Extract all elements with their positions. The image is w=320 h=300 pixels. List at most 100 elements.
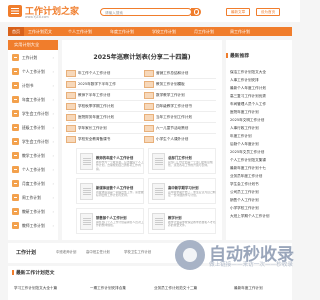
sidebar-item[interactable]: 年度工作计划 › (12, 94, 56, 106)
list-item[interactable]: 公司员工工作计划 (230, 190, 290, 195)
sidebar-item[interactable]: 个人工作计划 › (12, 66, 56, 78)
list-item[interactable]: 业务员年度工作计划 (230, 174, 290, 179)
list-item[interactable]: 学生会工作计划书 (230, 182, 290, 187)
tag-link[interactable]: 高中班主任计划 (86, 249, 110, 256)
chevron-right-icon: › (52, 195, 54, 200)
list-item[interactable]: 销售个人工作计划 (230, 198, 290, 203)
list-item[interactable]: 教师下半年工作计划 (66, 90, 142, 100)
article-card[interactable]: 高中新学期学习计划 高中新学期开始了，学生应该为自己制定一份详细的学习计划。 (148, 178, 216, 204)
sidebar-item[interactable]: 教研工作计划 › (12, 206, 56, 218)
latest-articles-link[interactable]: 最新文章 (226, 8, 250, 16)
document-icon (12, 208, 19, 215)
sidebar-item[interactable]: 教师工作计划 › (12, 220, 56, 232)
chevron-right-icon: › (52, 55, 54, 60)
list-item[interactable]: 当年工作计划工作计划 (144, 112, 220, 122)
document-thumbnail (80, 183, 93, 200)
list-item[interactable]: 医院财务年度工作计划 (66, 112, 142, 122)
sidebar-item[interactable]: 计划书 › (12, 80, 56, 92)
list-item[interactable]: 营销工作总结和计划 (144, 68, 220, 78)
list-item[interactable]: 学校秋季学期工作计划 (66, 101, 142, 111)
nav-item-weekly-plan[interactable]: 周工作计划 (230, 27, 250, 36)
article-thumbnail (66, 113, 76, 121)
sidebar-item[interactable]: 个人工作计划 › (12, 164, 56, 176)
chevron-right-icon: › (52, 111, 54, 116)
article-card[interactable]: 教师的年度个人工作计划 教师作为一个教育者，应当做好个人工作计划，合理规划自己的各… (76, 148, 144, 174)
logo-icon (8, 5, 22, 17)
list-item[interactable]: 四年级教学工作计划书 (144, 101, 220, 111)
sidebar-item[interactable]: 学生会工作计划 › (12, 108, 56, 120)
sidebar-item[interactable]: 周工作计划 › (12, 192, 56, 204)
list-item[interactable]: 学习工作计划范文大全十篇 (14, 286, 57, 291)
list-item[interactable]: 2025年文员工作计划 (230, 150, 290, 155)
right-sidebar: 最新推荐 保洁工作计划范文大全 人事工作计划安排 最新个人年度工作计划 高三复习… (225, 40, 292, 240)
nav-item-plan-samples[interactable]: 工作计划范文 (28, 27, 52, 36)
list-item[interactable]: 小学生个人课外计划 (144, 134, 220, 144)
list-item[interactable]: 年工作个人工作计划 (66, 68, 142, 78)
list-item[interactable]: 最新个人年度工作计划 (230, 86, 290, 91)
document-icon (12, 222, 19, 229)
page-title[interactable]: 2025年巡察计划表(分享二十四篇) (62, 52, 222, 61)
watermark-logo-icon (175, 240, 205, 270)
search-placeholder: 请输入搜索 (105, 10, 123, 15)
nav-item-personal-plan[interactable]: 个人工作计划 (68, 27, 92, 36)
list-item[interactable]: 车间管理人员个人工作 (230, 102, 290, 107)
document-icon (12, 194, 19, 201)
article-thumbnail (144, 135, 154, 143)
sidebar-item[interactable]: 学生会工作计划 › (12, 136, 56, 148)
list-item[interactable]: 最新年度工作计划十七 (230, 166, 290, 171)
search-input[interactable]: 请输入搜索 (100, 8, 192, 16)
chevron-right-icon: › (52, 69, 54, 74)
sidebar-item[interactable]: 工作计划 › (12, 52, 56, 64)
chevron-right-icon: › (52, 181, 54, 186)
list-item[interactable]: 2025年文明工作计划 (230, 118, 290, 123)
list-item[interactable]: 学校安全教育备课书 (66, 134, 142, 144)
article-thumbnail (144, 69, 154, 77)
featured-cards: 教师的年度个人工作计划 教师作为一个教育者，应当做好个人工作计划，合理规划自己的各… (76, 148, 216, 236)
list-item[interactable]: 2025年数学下半年工作 (66, 79, 142, 89)
sidebar: 实用计划大全 工作计划 › 个人工作计划 › 计划书 › 年度工作计划 › 学生会工作计… (8, 40, 58, 240)
list-item[interactable]: 学年家长工作计划 (66, 123, 142, 133)
article-card[interactable]: 新媒体运营个人工作计划 新媒体运营是一项综合性工作，需要做好周密的工作计划与安排。 (76, 178, 144, 204)
list-item[interactable]: 人事工作计划安排 (230, 78, 290, 83)
list-item[interactable]: 大班上学期个人工作计划 (230, 214, 290, 219)
list-item[interactable]: 医院年度工作计划 (230, 110, 290, 115)
article-thumbnail (66, 135, 76, 143)
article-thumbnail (144, 124, 154, 132)
article-thumbnail (144, 113, 154, 121)
sidebar-item[interactable]: 教学工作计划 › (12, 150, 56, 162)
section-title: 工作计划 (16, 250, 37, 256)
site-logo[interactable]: 工作计划之家 www.YJZB.com (8, 4, 79, 20)
list-item[interactable]: 六一儿童节活动策划 (144, 123, 220, 133)
nav-item-home[interactable]: 首页 (8, 27, 24, 36)
article-thumbnail (144, 80, 154, 88)
article-thumbnail (66, 102, 76, 110)
article-card[interactable]: 销售部个人工作计划 销售部门个人工作计划是销售人员对工作的整体规划。 (76, 208, 144, 234)
document-icon (12, 166, 19, 173)
list-item[interactable]: 高三复习工作计划优秀 (230, 94, 290, 99)
list-item[interactable]: 数学教学工作计划 (144, 90, 220, 100)
search-button[interactable] (191, 8, 201, 16)
list-item[interactable]: 小学学校工作计划 (230, 206, 290, 211)
article-thumbnail (144, 102, 154, 110)
chevron-right-icon: › (52, 97, 54, 102)
tag-link[interactable]: 中班老师计划 (56, 249, 76, 256)
list-item[interactable]: 人事行政工作计划 (230, 126, 290, 131)
sidebar-item[interactable]: 月度工作计划 › (12, 178, 56, 190)
list-item[interactable]: 一期工作计划安排合集 (90, 286, 126, 291)
set-homepage-link[interactable]: 设为首页 (256, 8, 280, 16)
document-icon (12, 54, 19, 61)
sidebar-item[interactable]: 班级工作计划 › (12, 122, 56, 134)
list-item[interactable]: 保洁工作计划范文大全 (230, 70, 290, 75)
list-item[interactable]: 年度工作计划 (230, 134, 290, 139)
nav-item-school-plan[interactable]: 学校工作计划 (152, 27, 176, 36)
article-card[interactable]: 教学计划 教学计划是学校保证教学质量和人才培养的重要文件。 (148, 208, 216, 234)
tag-link[interactable]: 学校卫生工作计划 (124, 249, 151, 256)
nav-item-monthly-plan[interactable]: 月工作计划 (194, 27, 214, 36)
chevron-right-icon: › (52, 153, 54, 158)
list-item[interactable]: 教务工作计划模板 (144, 79, 220, 89)
list-item[interactable]: 后勤个人年度计划 (230, 142, 290, 147)
article-card[interactable]: 总部门工作计划 总部门工作计划是一个部门的年度规划，涉及各项工作的开展与安排。 (148, 148, 216, 174)
list-item[interactable]: 个人工作计划范文集锦 (230, 158, 290, 163)
section-title: 最新推荐 (225, 52, 250, 59)
nav-item-annual-plan[interactable]: 年度工作计划 (110, 27, 134, 36)
